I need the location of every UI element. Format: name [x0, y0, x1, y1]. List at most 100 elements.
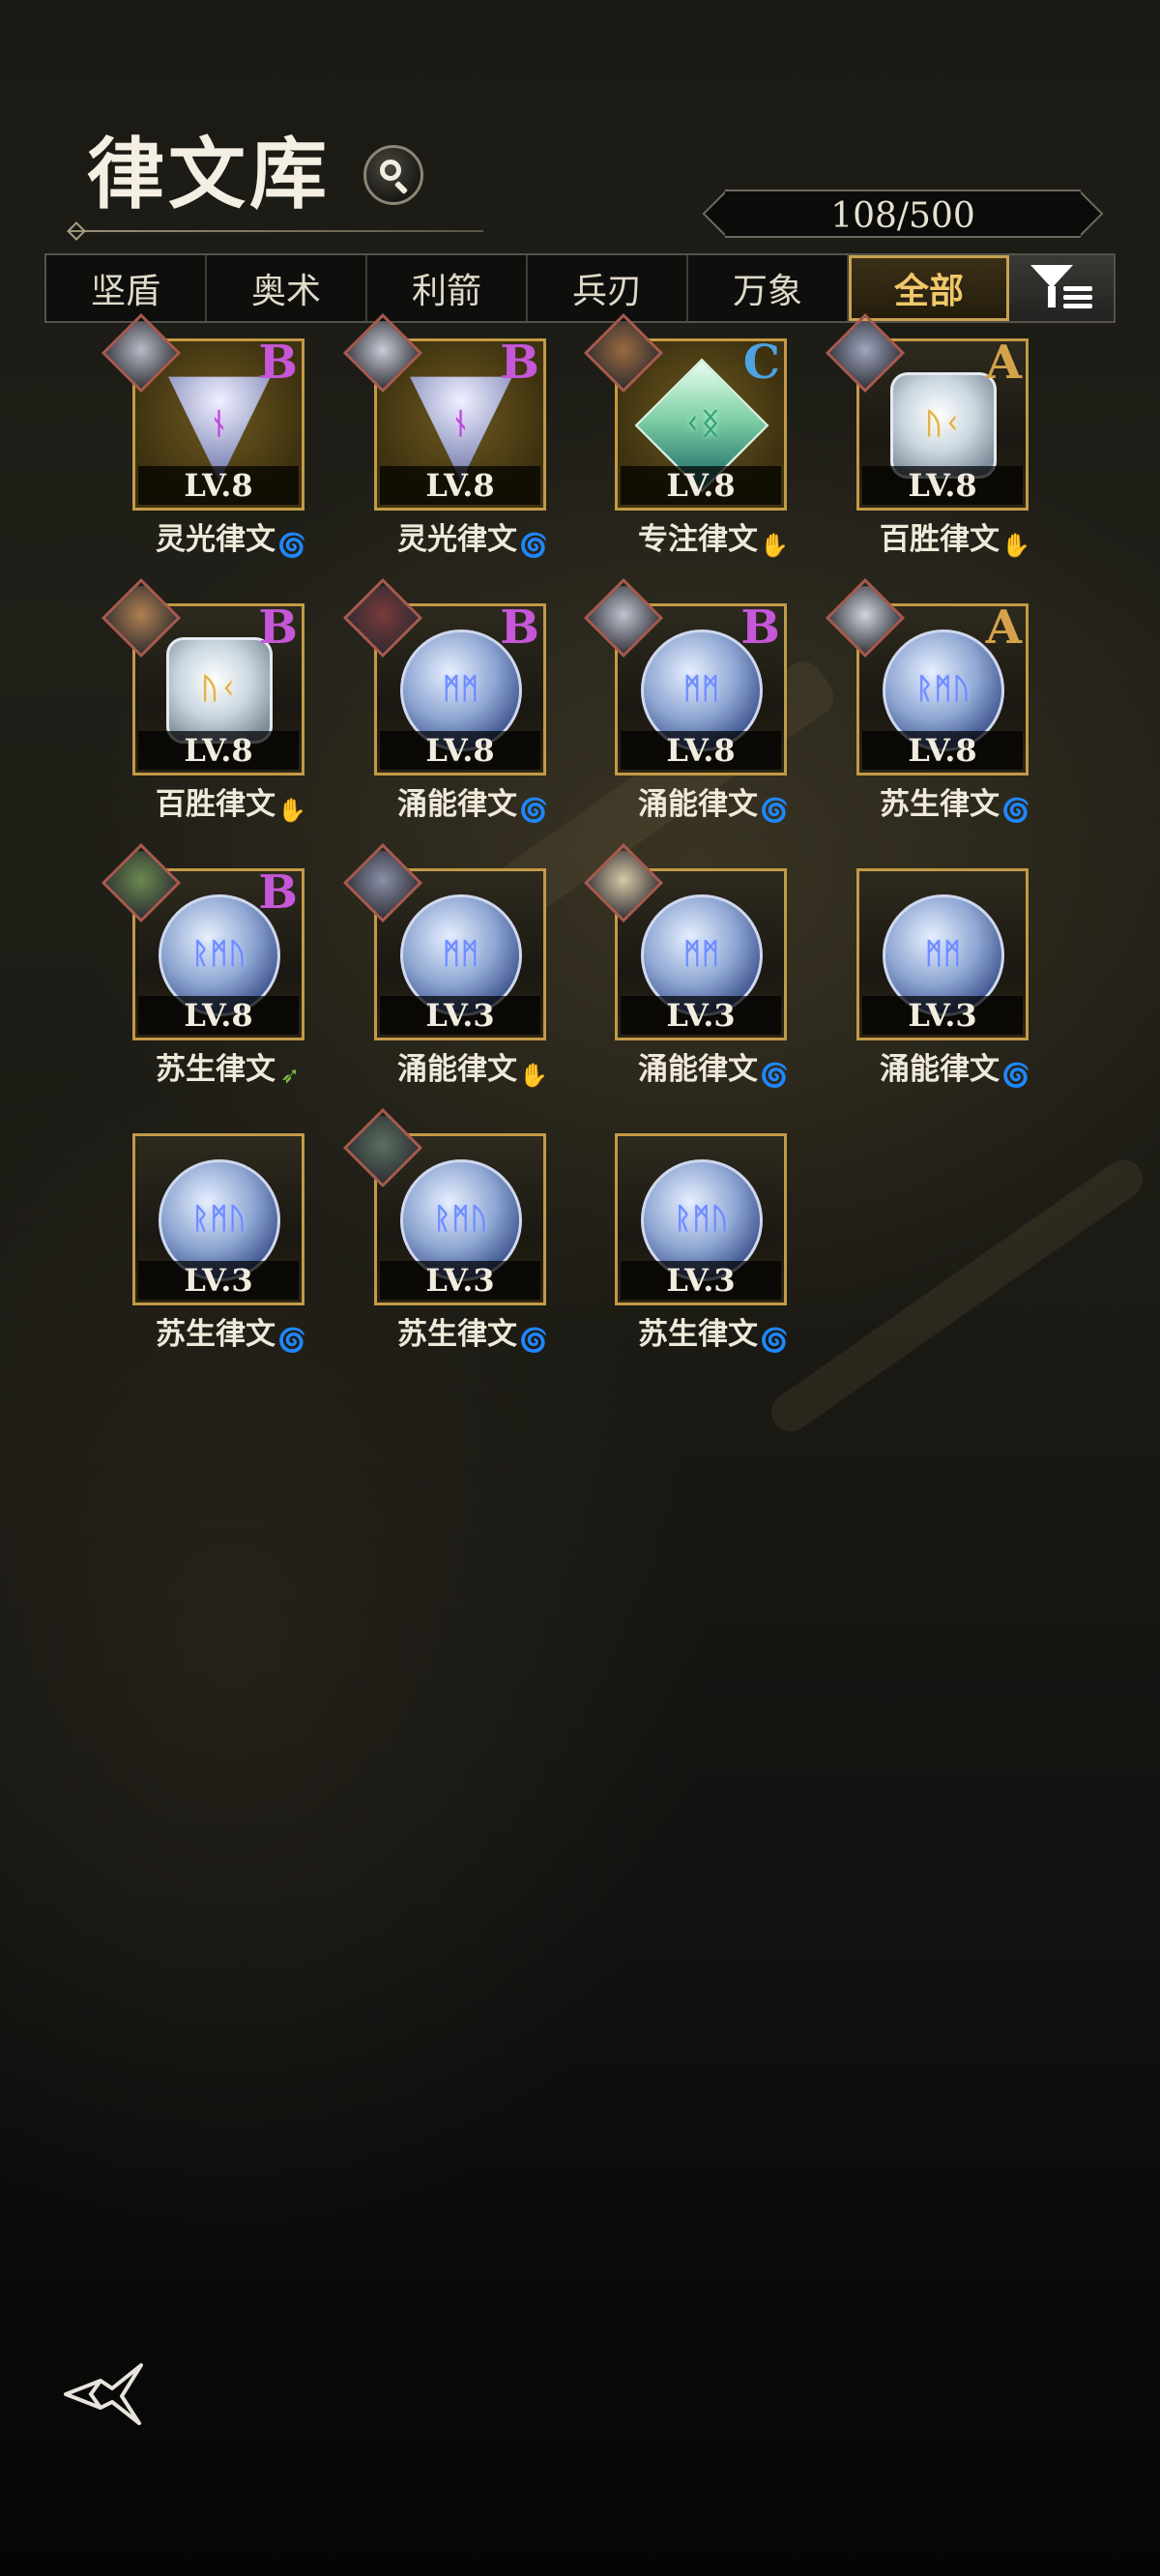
rune-glyph: ᛗᛗ	[683, 937, 720, 971]
filter-icon-stem	[1048, 286, 1056, 307]
tab-wanxiang[interactable]: 万象	[688, 255, 849, 321]
rune-level: LV.8	[380, 731, 540, 770]
rune-glyph: ᛗᛗ	[925, 937, 962, 971]
rune-glyph: ᚱᛗᚢ	[915, 672, 972, 706]
water-icon: 🌀	[1001, 797, 1030, 824]
sort-lines-icon	[1063, 286, 1092, 312]
rune-name-text: 灵光律文	[156, 522, 276, 557]
rune-name: 百胜律文✋	[847, 514, 1059, 558]
back-icon[interactable]	[62, 2359, 149, 2427]
rune-name: 苏生律文🌀	[123, 1309, 335, 1353]
rune-level: LV.8	[380, 466, 540, 505]
rune-glyph: ᚢᚲ	[201, 672, 238, 706]
rune-name-text: 苏生律文	[638, 1317, 758, 1352]
rune-name: 百胜律文✋	[123, 779, 335, 823]
rune-name-text: 苏生律文	[156, 1317, 276, 1352]
rune-level: LV.3	[621, 996, 781, 1035]
search-icon-handle	[393, 180, 409, 195]
rune-level: LV.8	[621, 731, 781, 770]
rune-glyph: ᚱᛗᚢ	[191, 937, 247, 971]
rune-grade: B	[500, 600, 539, 655]
rune-level: LV.8	[862, 731, 1023, 770]
water-icon: 🌀	[519, 797, 548, 824]
fire-icon: ✋	[1001, 532, 1030, 559]
rune-frame: ᛗᛗ LV.3	[856, 868, 1029, 1040]
rune-grade: A	[985, 336, 1022, 390]
rune-name-text: 灵光律文	[397, 522, 517, 557]
category-tabs: 坚盾 奥术 利箭 兵刃 万象 全部	[44, 253, 1116, 323]
rune-level: LV.3	[380, 996, 540, 1035]
rune-name-text: 涌能律文	[880, 1052, 1000, 1087]
rune-name-text: 专注律文	[638, 522, 758, 557]
rune-level: LV.3	[862, 996, 1023, 1035]
inventory-count: 108/500	[830, 196, 975, 236]
rune-name-text: 涌能律文	[638, 787, 758, 822]
rune-name: 专注律文✋	[605, 514, 818, 558]
rune-level: LV.3	[138, 1261, 299, 1300]
rune-grade: B	[500, 336, 539, 390]
water-icon: 🌀	[519, 532, 548, 559]
rune-name-text: 苏生律文	[156, 1052, 276, 1087]
rune-name-text: 百胜律文	[880, 522, 1000, 557]
rune-name-text: 苏生律文	[880, 787, 1000, 822]
rune-glyph: ᚲᛝ	[683, 407, 720, 441]
rune-grade: B	[740, 600, 780, 655]
rune-grade: B	[258, 600, 298, 655]
tab-jiandun[interactable]: 坚盾	[46, 255, 207, 321]
page-header: 律文库	[67, 126, 493, 241]
water-icon: 🌀	[760, 1062, 789, 1089]
rune-name: 灵光律文🌀	[364, 514, 577, 558]
rune-name: 涌能律文🌀	[605, 779, 818, 823]
rune-glyph: ᛗᛗ	[683, 672, 720, 706]
rune-grade: B	[258, 865, 298, 920]
water-icon: 🌀	[277, 532, 306, 559]
tab-lijian[interactable]: 利箭	[367, 255, 528, 321]
rune-glyph: ᛗᛗ	[443, 672, 479, 706]
tab-aoshu[interactable]: 奥术	[207, 255, 367, 321]
fire-icon: ✋	[519, 1062, 548, 1089]
rune-level: LV.8	[621, 466, 781, 505]
search-icon	[380, 160, 401, 181]
rune-glyph: ᚢᚲ	[925, 407, 962, 441]
inventory-counter: 108/500	[702, 189, 1104, 239]
rune-name: 苏生律文🌀	[364, 1309, 577, 1353]
title-underline	[68, 230, 483, 232]
water-icon: 🌀	[277, 1327, 306, 1354]
rune-grade: C	[742, 336, 780, 390]
water-icon: 🌀	[760, 1327, 789, 1354]
background-streak	[764, 1152, 1150, 1440]
rune-name-text: 涌能律文	[397, 1052, 517, 1087]
rune-level: LV.3	[380, 1261, 540, 1300]
rune-name-text: 涌能律文	[638, 1052, 758, 1087]
rune-name: 涌能律文🌀	[847, 1044, 1059, 1088]
rune-level: LV.8	[138, 996, 299, 1035]
tab-bingren[interactable]: 兵刃	[528, 255, 688, 321]
search-button[interactable]	[363, 145, 423, 205]
fire-icon: ✋	[760, 532, 789, 559]
rune-glyph: ᛗᛗ	[443, 937, 479, 971]
water-icon: 🌀	[519, 1327, 548, 1354]
rune-frame: ᚱᛗᚢ LV.3	[132, 1133, 304, 1305]
rune-name-text: 苏生律文	[397, 1317, 517, 1352]
rune-grade: A	[985, 600, 1022, 655]
rune-grade: B	[258, 336, 298, 390]
rune-name: 涌能律文🌀	[605, 1044, 818, 1088]
fire-icon: ✋	[277, 797, 306, 824]
rune-frame: ᚱᛗᚢ LV.3	[615, 1133, 787, 1305]
rune-glyph: ᚱᛗᚢ	[191, 1202, 247, 1236]
rune-level: LV.8	[862, 466, 1023, 505]
rune-name-text: 涌能律文	[397, 787, 517, 822]
rune-glyph: ᚾ	[451, 407, 471, 441]
rune-name-text: 百胜律文	[156, 787, 276, 822]
filter-button[interactable]	[1009, 255, 1114, 321]
tab-all[interactable]: 全部	[849, 255, 1009, 321]
page-title: 律文库	[87, 129, 331, 220]
title-ornament	[67, 221, 86, 241]
rune-name: 苏生律文🌀	[847, 779, 1059, 823]
rune-level: LV.8	[138, 731, 299, 770]
filter-icon	[1030, 265, 1073, 288]
wind-icon: ➶	[279, 1062, 301, 1089]
rune-glyph: ᚱᛗᚢ	[674, 1202, 730, 1236]
rune-level: LV.3	[621, 1261, 781, 1300]
rune-glyph: ᚾ	[210, 407, 229, 441]
